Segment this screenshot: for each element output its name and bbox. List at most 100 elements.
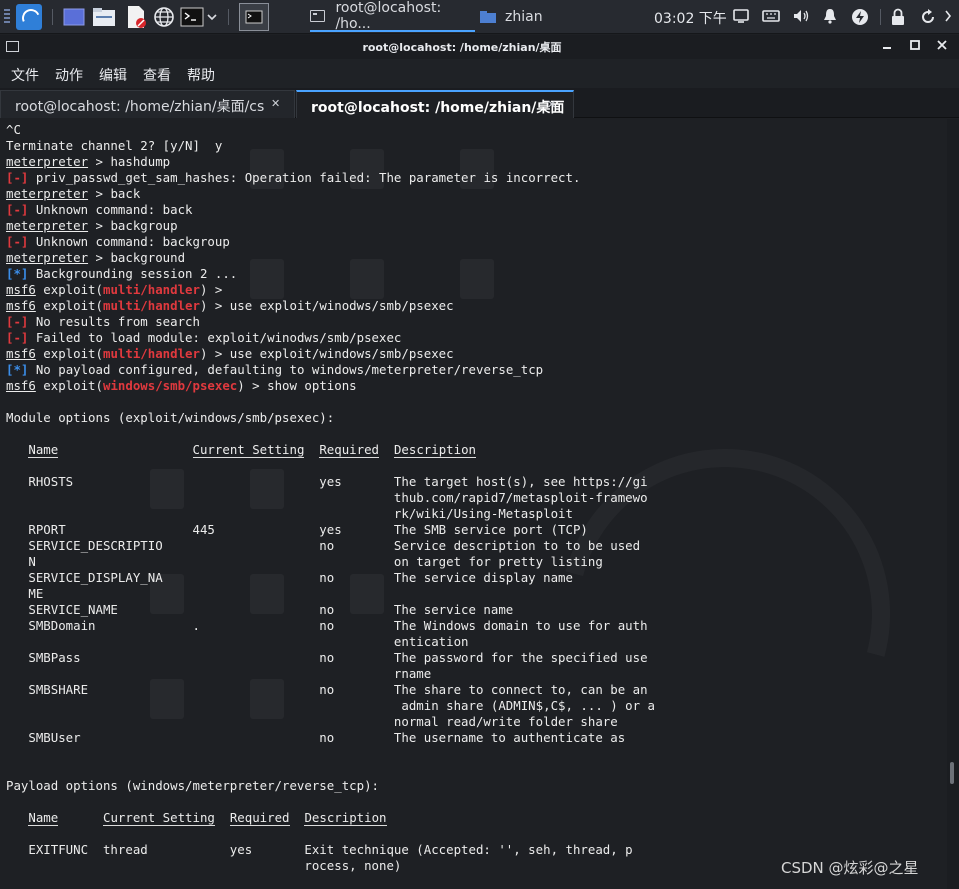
menu-edit[interactable]: 编辑 xyxy=(99,65,127,85)
workspace-icon[interactable] xyxy=(62,5,86,29)
column-header: Current Setting xyxy=(192,442,305,458)
menu-bar: 文件 动作 编辑 查看 帮助 xyxy=(0,59,959,88)
terminal-line: ME xyxy=(6,586,43,601)
module-name: multi/handler xyxy=(102,298,200,313)
tab-label: root@locahost: /home/zhian/桌面/cs xyxy=(15,99,265,115)
terminal-line: N on target for pretty listing xyxy=(6,554,603,569)
refresh-icon[interactable] xyxy=(919,8,937,26)
terminal-text-segment: thub.com/rapid7/metasploit-framewo xyxy=(6,490,648,505)
taskbar-folder-window[interactable]: zhian xyxy=(480,2,570,32)
taskbar-terminal-label: root@locahost: /ho... xyxy=(335,0,442,32)
terminal-text-segment: Backgrounding session 2 ... xyxy=(28,266,238,281)
terminal-line: Name Current Setting Required Descriptio… xyxy=(6,442,477,458)
menu-actions[interactable]: 动作 xyxy=(55,65,83,85)
tab-label: root@locahost: /home/zhian/桌面 xyxy=(311,100,565,116)
tab-bar: root@locahost: /home/zhian/桌面/cs ✕ root@… xyxy=(0,88,959,118)
terminal-line: EXITFUNC thread yes Exit technique (Acce… xyxy=(6,842,632,857)
terminal-text-segment: SMBUser no The username to authenticate … xyxy=(6,730,626,745)
terminal-launcher-icon[interactable] xyxy=(239,3,269,31)
terminal-line: meterpreter > hashdump xyxy=(6,154,170,169)
terminal-line: thub.com/rapid7/metasploit-framewo xyxy=(6,490,648,505)
close-tab-icon[interactable]: ✕ xyxy=(547,98,556,111)
error-marker: [-] xyxy=(6,234,29,249)
column-header: Description xyxy=(304,810,387,826)
tab-cs[interactable]: root@locahost: /home/zhian/桌面/cs ✕ xyxy=(0,90,295,118)
error-marker: [-] xyxy=(6,314,29,329)
terminal-text-segment: Failed to load module: exploit/winodws/s… xyxy=(28,330,402,345)
terminal-text-segment: SERVICE_NAME no The service name xyxy=(6,602,514,617)
terminal-text-segment: Terminate channel 2? [y/N] y xyxy=(6,138,223,153)
file-manager-icon[interactable] xyxy=(92,5,116,29)
terminal-line: ^C xyxy=(6,122,21,137)
lock-icon[interactable] xyxy=(890,8,908,26)
terminal-line: normal read/write folder share xyxy=(6,714,618,729)
prompt: meterpreter xyxy=(6,186,89,201)
prompt: msf6 xyxy=(6,378,36,393)
notification-icon[interactable] xyxy=(822,8,840,26)
terminal-text-segment: ) > use exploit/winodws/smb/psexec xyxy=(199,298,454,313)
csdn-watermark: CSDN @炫彩@之星 xyxy=(781,859,919,877)
terminal-text-segment: exploit( xyxy=(35,346,103,361)
chevron-right-icon[interactable] xyxy=(943,8,953,26)
terminal-text-segment: N on target for pretty listing xyxy=(6,554,603,569)
terminal-line: [*] No payload configured, defaulting to… xyxy=(6,362,543,377)
terminal-line: rk/wiki/Using-Metasploit xyxy=(6,506,573,521)
keyboard-icon[interactable] xyxy=(762,8,780,26)
minimize-button[interactable] xyxy=(877,37,897,57)
terminal-line: Module options (exploit/windows/smb/psex… xyxy=(6,410,334,425)
terminal-text-segment: admin share (ADMIN$,C$, ... ) or a xyxy=(6,698,656,713)
column-header: Required xyxy=(319,442,380,458)
panel-handle[interactable] xyxy=(4,9,10,25)
terminal-line: SMBSHARE no The share to connect to, can… xyxy=(6,682,647,697)
text-editor-icon[interactable] xyxy=(124,5,148,29)
window-titlebar[interactable]: root@locahost: /home/zhian/桌面 xyxy=(0,35,959,59)
chevron-down-icon[interactable] xyxy=(205,5,219,29)
power-manager-icon[interactable] xyxy=(851,8,869,26)
menu-file[interactable]: 文件 xyxy=(11,65,39,85)
terminal-line: Terminate channel 2? [y/N] y xyxy=(6,138,222,153)
kali-menu-icon[interactable] xyxy=(16,4,42,30)
terminal-text-segment: ME xyxy=(6,586,44,601)
terminal-text-segment: rname xyxy=(6,666,432,681)
close-tab-icon[interactable]: ✕ xyxy=(271,97,280,110)
menu-view[interactable]: 查看 xyxy=(143,65,171,85)
maximize-button[interactable] xyxy=(905,37,925,57)
terminal-output[interactable]: ^C Terminate channel 2? [y/N] y meterpre… xyxy=(0,119,947,889)
terminal-text-segment: > backgroup xyxy=(88,218,178,233)
column-header: Required xyxy=(229,810,290,826)
error-marker: [-] xyxy=(6,202,29,217)
terminal-line: meterpreter > back xyxy=(6,186,140,201)
prompt: meterpreter xyxy=(6,154,89,169)
terminal-icon[interactable] xyxy=(180,5,204,29)
terminal-line: RPORT 445 yes The SMB service port (TCP) xyxy=(6,522,588,537)
terminal-line: SERVICE_DISPLAY_NA no The service displa… xyxy=(6,570,573,585)
volume-icon[interactable] xyxy=(792,8,810,26)
panel-separator xyxy=(228,9,229,25)
terminal-line: msf6 exploit(multi/handler) > use exploi… xyxy=(6,346,454,361)
terminal-line: [-] No results from search xyxy=(6,314,200,329)
clock[interactable]: 03:02 下午 xyxy=(654,8,727,28)
terminal-line: msf6 exploit(windows/smb/psexec) > show … xyxy=(6,378,357,393)
tab-desktop[interactable]: root@locahost: /home/zhian/桌面 ✕ xyxy=(296,90,574,118)
close-button[interactable] xyxy=(932,37,952,57)
taskbar-terminal-window[interactable]: root@locahost: /ho... xyxy=(310,0,475,32)
terminal-line: rocess, none) xyxy=(6,858,401,873)
terminal-line: [-] priv_passwd_get_sam_hashes: Operatio… xyxy=(6,170,580,185)
top-panel: root@locahost: /ho... zhian 03:02 下午 xyxy=(0,0,959,34)
column-header: Description xyxy=(393,442,477,458)
display-icon[interactable] xyxy=(733,8,751,26)
menu-help[interactable]: 帮助 xyxy=(187,65,215,85)
terminal-text-segment: No payload configured, defaulting to win… xyxy=(28,362,544,377)
terminal-icon xyxy=(310,10,326,22)
terminal-line: SMBPass no The password for the specifie… xyxy=(6,650,647,665)
column-header: Name xyxy=(28,810,59,826)
scrollbar-thumb[interactable] xyxy=(950,762,954,784)
column-header: Name xyxy=(28,442,59,458)
browser-icon[interactable] xyxy=(152,5,176,29)
prompt: meterpreter xyxy=(6,218,89,233)
